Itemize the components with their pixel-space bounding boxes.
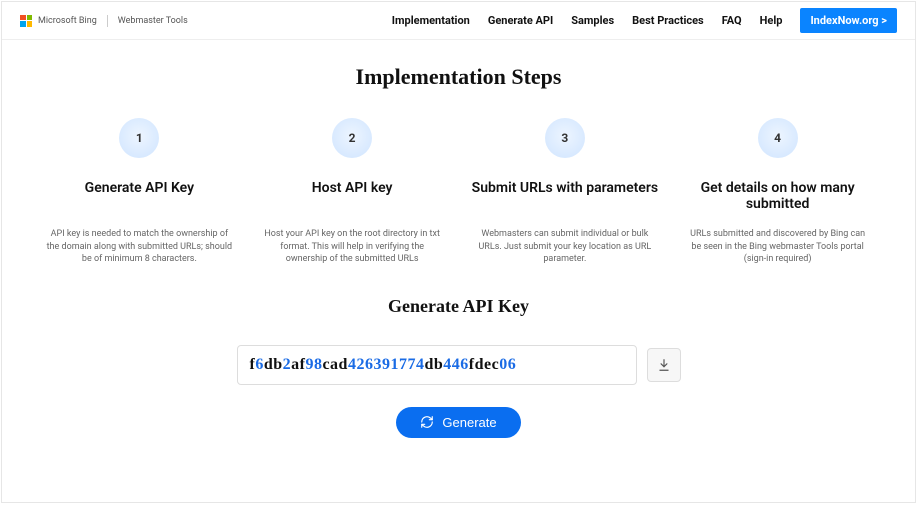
step-desc: Webmasters can submit individual or bulk…: [468, 228, 663, 266]
generate-title: Generate API Key: [38, 296, 879, 317]
api-key-row: f6db2af98cad426391774db446fdec06: [38, 345, 879, 385]
step-badge: 4: [758, 118, 798, 158]
step-badge: 2: [332, 118, 372, 158]
step-2: 2 Host API key Host your API key on the …: [251, 118, 454, 266]
step-desc: API key is needed to match the ownership…: [42, 228, 237, 266]
nav-faq[interactable]: FAQ: [722, 14, 742, 27]
step-4: 4 Get details on how many submitted URLs…: [676, 118, 879, 266]
api-key-display[interactable]: f6db2af98cad426391774db446fdec06: [237, 345, 637, 385]
generate-button[interactable]: Generate: [396, 407, 520, 438]
nav-cta-indexnow[interactable]: IndexNow.org >: [800, 8, 897, 33]
nav-help[interactable]: Help: [760, 14, 783, 27]
refresh-icon: [420, 415, 434, 429]
steps-row: 1 Generate API Key API key is needed to …: [38, 118, 879, 266]
step-3: 3 Submit URLs with parameters Webmasters…: [464, 118, 667, 266]
top-nav: Implementation Generate API Samples Best…: [392, 8, 897, 33]
generate-button-row: Generate: [38, 407, 879, 438]
step-title: Submit URLs with parameters: [468, 180, 663, 216]
step-title: Get details on how many submitted: [680, 180, 875, 216]
page-title: Implementation Steps: [38, 64, 879, 90]
brand: Microsoft Bing Webmaster Tools: [20, 15, 188, 27]
nav-implementation[interactable]: Implementation: [392, 14, 470, 27]
microsoft-logo-icon: [20, 15, 32, 27]
step-badge: 1: [119, 118, 159, 158]
brand-product: Webmaster Tools: [118, 16, 188, 26]
header: Microsoft Bing Webmaster Tools Implement…: [2, 2, 915, 40]
nav-best-practices[interactable]: Best Practices: [632, 14, 704, 27]
step-title: Generate API Key: [42, 180, 237, 216]
brand-divider: [107, 15, 108, 27]
main: Implementation Steps 1 Generate API Key …: [2, 40, 915, 502]
step-badge: 3: [545, 118, 585, 158]
step-title: Host API key: [255, 180, 450, 216]
nav-samples[interactable]: Samples: [571, 14, 614, 27]
nav-generate-api[interactable]: Generate API: [488, 14, 553, 27]
download-icon: [657, 358, 671, 372]
download-button[interactable]: [647, 348, 681, 382]
step-desc: Host your API key on the root directory …: [255, 228, 450, 266]
step-desc: URLs submitted and discovered by Bing ca…: [680, 228, 875, 266]
step-1: 1 Generate API Key API key is needed to …: [38, 118, 241, 266]
brand-name: Microsoft Bing: [38, 16, 97, 26]
generate-button-label: Generate: [442, 415, 496, 430]
